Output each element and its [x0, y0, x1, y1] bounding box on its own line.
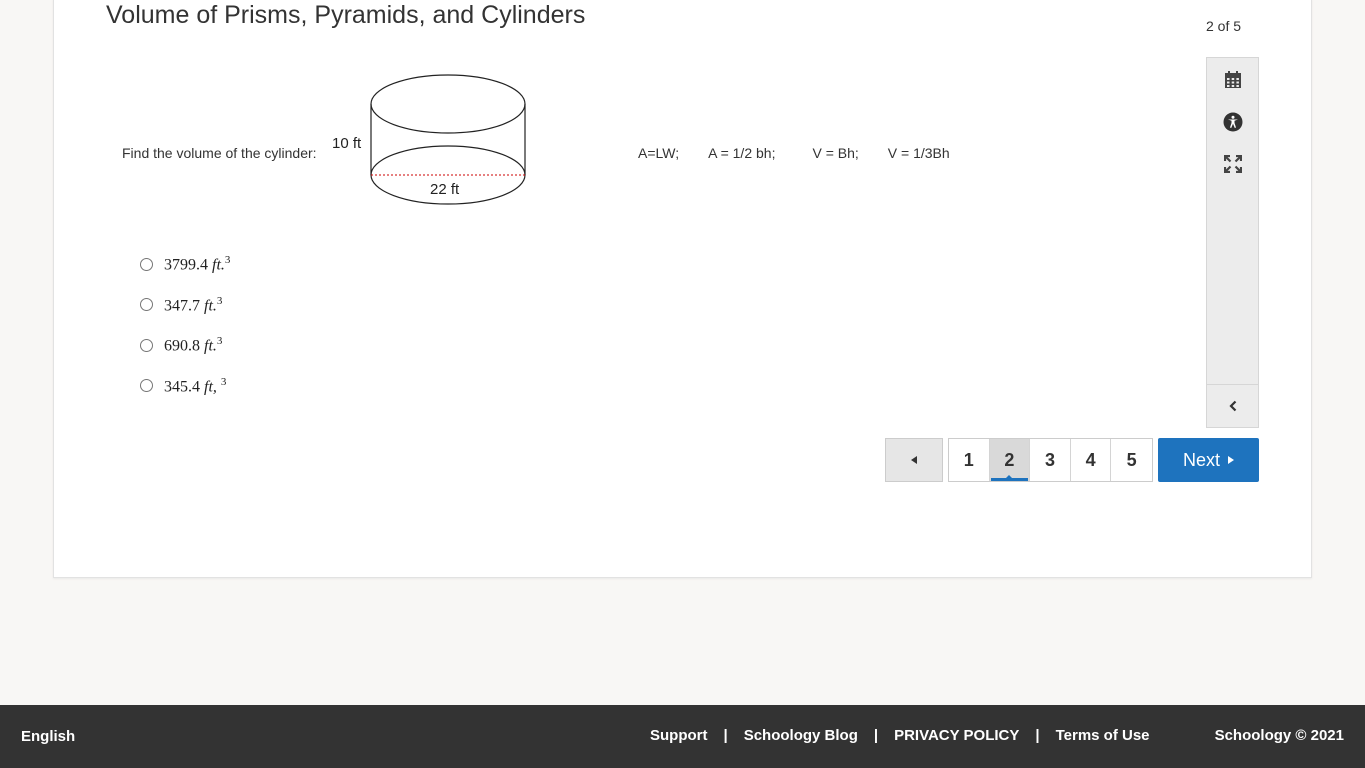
chevron-left-icon: [1228, 400, 1236, 412]
answer-choice[interactable]: 345.4 ft, 3: [140, 366, 230, 407]
next-button[interactable]: Next: [1158, 438, 1259, 482]
footer-separator: |: [873, 727, 879, 744]
cylinder-diameter-label: 22 ft: [430, 181, 460, 198]
accessibility-icon: [1223, 112, 1242, 132]
next-button-label: Next: [1182, 449, 1220, 470]
page-numbers: 1 2 3 4 5: [948, 438, 1153, 482]
collapse-toolbar-button[interactable]: [1207, 384, 1258, 427]
answer-choices: 3799.4 ft.3 347.7 ft.3 690.8 ft.3 345.4 …: [140, 244, 230, 406]
page-3-button[interactable]: 3: [1030, 439, 1071, 481]
caret-left-icon: [911, 456, 917, 464]
site-footer: English Support | Schoology Blog | PRIVA…: [0, 705, 1365, 768]
formula-volume-pyramid: V = 1/3Bh: [887, 145, 950, 161]
formula-area-rectangle: A=LW;: [638, 145, 680, 161]
answer-choice[interactable]: 347.7 ft.3: [140, 285, 230, 326]
question-prompt: Find the volume of the cylinder:: [122, 145, 317, 161]
copyright-text: Schoology © 2021: [1214, 727, 1344, 744]
support-link[interactable]: Support: [650, 727, 708, 744]
answer-choice[interactable]: 3799.4 ft.3: [140, 244, 230, 285]
cylinder-figure: 10 ft 22 ft: [332, 74, 526, 205]
page-4-button[interactable]: 4: [1071, 439, 1112, 481]
radio-button[interactable]: [140, 338, 153, 352]
page-5-button[interactable]: 5: [1111, 439, 1152, 481]
language-selector[interactable]: English: [21, 728, 75, 745]
cylinder-height-label: 10 ft: [332, 135, 362, 152]
radio-button[interactable]: [140, 298, 153, 312]
radio-button[interactable]: [140, 379, 153, 393]
answer-choice-label[interactable]: 345.4 ft, 3: [164, 376, 226, 396]
answer-choice-label[interactable]: 347.7 ft.3: [164, 295, 222, 315]
schoology-blog-link[interactable]: Schoology Blog: [744, 727, 858, 744]
fullscreen-icon: [1223, 155, 1242, 173]
page-title: Volume of Prisms, Pyramids, and Cylinder…: [106, 1, 586, 29]
page-2-button[interactable]: 2: [989, 439, 1031, 481]
footer-separator: |: [723, 727, 728, 744]
calendar-button[interactable]: [1207, 64, 1258, 96]
radio-button[interactable]: [140, 257, 153, 271]
formula-area-triangle: A = 1/2 bh;: [708, 145, 776, 161]
page-1-button[interactable]: 1: [949, 439, 990, 481]
tools-sidebar: [1206, 57, 1259, 428]
fullscreen-button[interactable]: [1207, 148, 1258, 180]
formula-list: A=LW; A = 1/2 bh; V = Bh; V = 1/3Bh: [638, 145, 950, 161]
caret-right-icon: [1228, 456, 1234, 464]
assessment-card: [53, 0, 1312, 578]
answer-choice-label[interactable]: 690.8 ft.3: [164, 335, 222, 355]
answer-choice[interactable]: 690.8 ft.3: [140, 325, 230, 366]
footer-links: Support | Schoology Blog | PRIVACY POLIC…: [650, 727, 1150, 744]
formula-volume-prism: V = Bh;: [812, 145, 859, 161]
accessibility-button[interactable]: [1207, 106, 1258, 138]
privacy-policy-link[interactable]: PRIVACY POLICY: [894, 727, 1019, 744]
answer-choice-label[interactable]: 3799.4 ft.3: [164, 254, 230, 274]
calendar-icon: [1224, 71, 1241, 88]
footer-separator: |: [1035, 727, 1040, 744]
terms-of-use-link[interactable]: Terms of Use: [1056, 727, 1150, 744]
previous-button[interactable]: [885, 438, 943, 482]
question-progress: 2 of 5: [1206, 18, 1242, 34]
